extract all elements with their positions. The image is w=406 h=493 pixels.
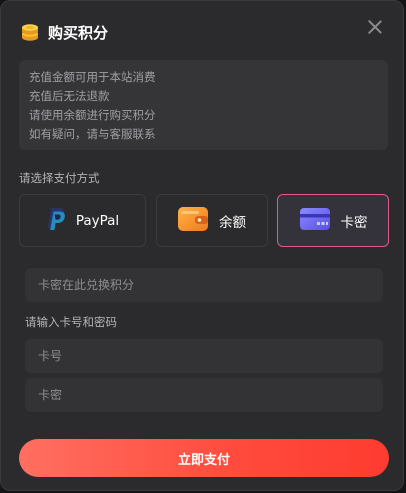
card-icon (299, 206, 331, 236)
payment-method-label-card: 卡密 (340, 214, 368, 231)
modal-header: 购买积分 (19, 19, 108, 45)
card-password-input[interactable] (25, 378, 383, 412)
payment-methods: PayPal 余额 卡密 (19, 194, 389, 247)
card-credentials-label: 请输入卡号和密码 (25, 315, 117, 329)
payment-method-label: 请选择支付方式 (19, 171, 100, 185)
payment-method-paypal[interactable]: PayPal (19, 194, 146, 247)
modal-title: 购买积分 (48, 23, 109, 42)
close-icon[interactable] (365, 17, 385, 37)
payment-method-label-balance: 余额 (219, 214, 246, 231)
payment-method-balance[interactable]: 余额 (155, 194, 268, 247)
notice-box: 充值金额可用于本站消费 充值后无法退款 请使用余额进行购买积分 如有疑问，请与客… (19, 60, 388, 150)
notice-line: 充值金额可用于本站消费 (29, 70, 156, 84)
redeem-code-input[interactable] (25, 268, 383, 302)
card-number-input[interactable] (25, 339, 383, 373)
notice-line: 如有疑问，请与客服联系 (29, 127, 156, 141)
payment-method-label-paypal: PayPal (75, 212, 120, 229)
purchase-points-modal: 购买积分 充值金额可用于本站消费 充值后无法退款 请使用余额进行购买积分 如有疑… (0, 0, 404, 491)
coin-stack-icon (19, 21, 41, 43)
paypal-icon (46, 207, 66, 235)
pay-now-button[interactable]: 立即支付 (19, 439, 389, 477)
notice-line: 充值后无法退款 (29, 89, 110, 103)
wallet-icon (177, 205, 209, 237)
notice-line: 请使用余额进行购买积分 (29, 108, 156, 122)
payment-method-card[interactable]: 卡密 (277, 194, 389, 247)
